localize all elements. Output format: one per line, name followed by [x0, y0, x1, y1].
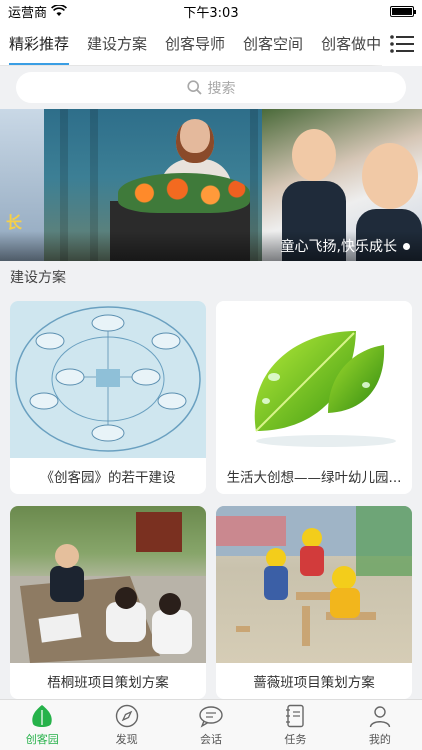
- notebook-icon: [282, 703, 308, 729]
- card-title: 《创客园》的若干建设: [40, 470, 176, 486]
- search-bar-area: 搜索: [0, 66, 422, 109]
- banner-carousel[interactable]: 长 童心飞扬,快乐成长: [0, 109, 422, 261]
- nav-label: 创客园: [25, 733, 59, 746]
- carrier-label: 运营商: [8, 5, 48, 21]
- person-icon: [367, 703, 393, 729]
- plan-card[interactable]: 梧桐班项目策划方案: [10, 506, 206, 699]
- tab-featured[interactable]: 精彩推荐: [0, 22, 78, 65]
- search-icon: [186, 80, 202, 95]
- banner-caption: 童心飞扬,快乐成长: [280, 239, 397, 255]
- tab-space[interactable]: 创客空间: [234, 22, 312, 65]
- tab-learn-by-doing[interactable]: 创客做中学: [312, 22, 382, 65]
- carousel-indicator-dot[interactable]: [403, 242, 410, 250]
- nav-item-discover[interactable]: 发现: [84, 700, 168, 750]
- leaf-icon: [29, 703, 55, 729]
- search-input[interactable]: 搜索: [16, 72, 406, 103]
- status-left: 运营商: [8, 2, 67, 21]
- card-thumbnail-children-building: [216, 506, 412, 663]
- card-title: 梧桐班项目策划方案: [47, 675, 169, 691]
- menu-button[interactable]: [382, 21, 422, 66]
- top-tab-bar: 精彩推荐 建设方案 创客导师 创客空间 创客做中学: [0, 21, 422, 66]
- card-thumbnail-children-drawing: [10, 506, 206, 663]
- tab-mentors[interactable]: 创客导师: [156, 22, 234, 65]
- nav-item-home[interactable]: 创客园: [0, 700, 84, 750]
- card-title: 生活大创想——绿叶幼儿园...: [226, 470, 402, 486]
- status-bar: 运营商 下午3:03: [0, 0, 422, 22]
- banner-partial-text: 长: [6, 213, 23, 232]
- card-thumbnail-mindmap: [10, 301, 206, 458]
- bottom-tab-bar: 创客园 发现 会话 任务 我的: [0, 699, 422, 750]
- wifi-icon: [51, 5, 67, 16]
- tab-plans[interactable]: 建设方案: [78, 22, 156, 65]
- nav-label: 我的: [368, 733, 391, 746]
- tabs-scroll: 精彩推荐 建设方案 创客导师 创客空间 创客做中学: [0, 22, 382, 65]
- banner-caption-bar: 童心飞扬,快乐成长: [0, 231, 422, 261]
- card-thumbnail-leaves: [216, 301, 412, 458]
- nav-label: 发现: [115, 733, 138, 746]
- nav-item-tasks[interactable]: 任务: [253, 700, 337, 750]
- plan-card[interactable]: 《创客园》的若干建设: [10, 301, 206, 494]
- plan-card-grid: 《创客园》的若干建设 生活大创想——绿叶幼儿园... 梧桐班项目策划方案 蔷薇班…: [0, 293, 422, 699]
- battery-icon: [390, 5, 416, 17]
- compass-icon: [114, 703, 140, 729]
- chat-icon: [198, 703, 224, 729]
- nav-item-profile[interactable]: 我的: [338, 700, 422, 750]
- plan-card[interactable]: 生活大创想——绿叶幼儿园...: [216, 301, 412, 494]
- nav-label: 任务: [284, 733, 307, 746]
- nav-item-chat[interactable]: 会话: [169, 700, 253, 750]
- card-title: 蔷薇班项目策划方案: [253, 675, 375, 691]
- plan-card[interactable]: 蔷薇班项目策划方案: [216, 506, 412, 699]
- flowers: [118, 173, 250, 213]
- section-title: 建设方案: [0, 261, 422, 293]
- search-placeholder: 搜索: [207, 80, 236, 97]
- nav-label: 会话: [200, 733, 223, 746]
- menu-icon: [390, 34, 414, 53]
